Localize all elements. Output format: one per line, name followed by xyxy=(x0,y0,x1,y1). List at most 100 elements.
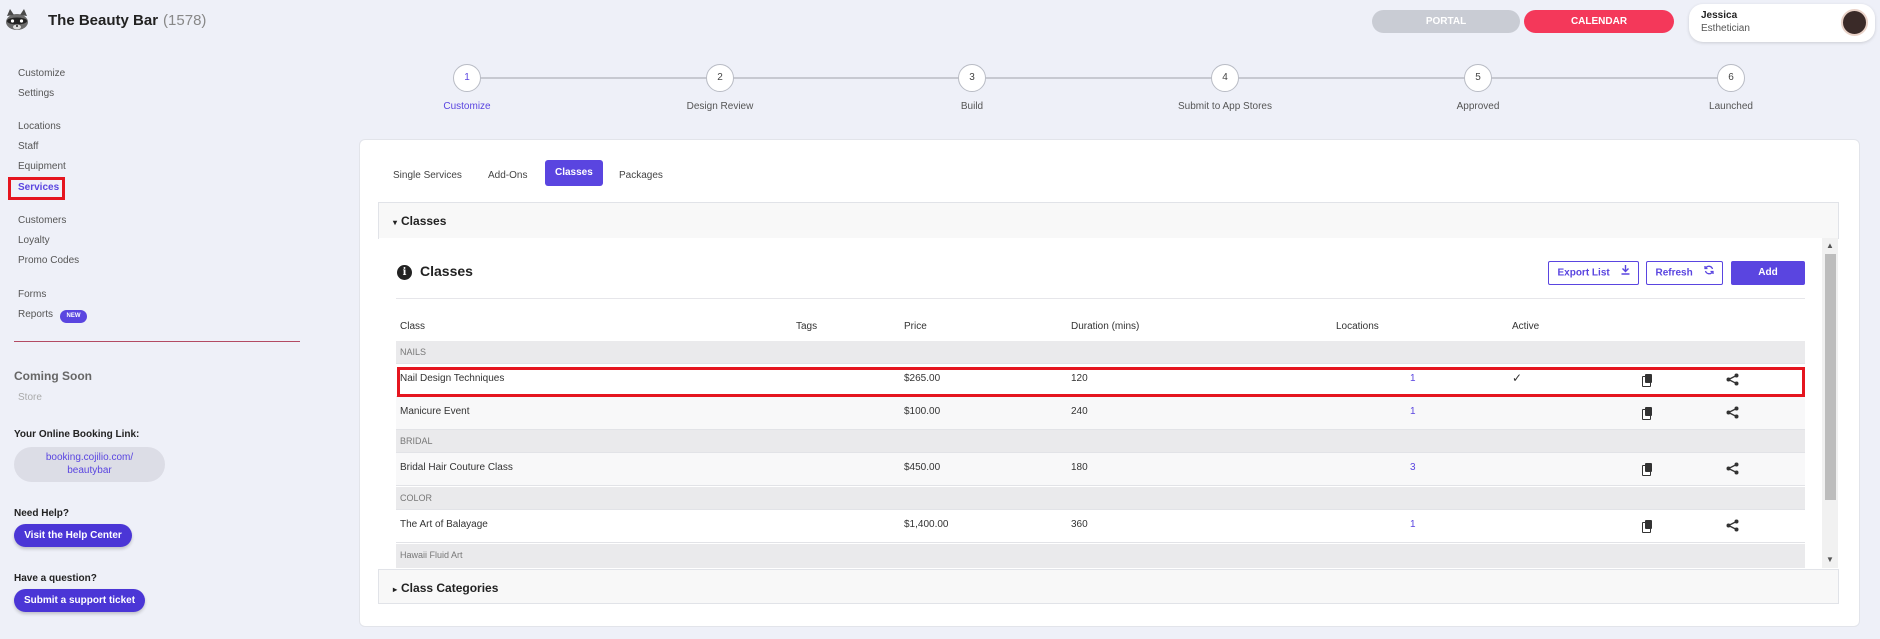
group-label: Hawaii Fluid Art xyxy=(400,550,463,560)
scroll-up-icon[interactable]: ▲ xyxy=(1826,241,1834,250)
brand-name: The Beauty Bar (1578) xyxy=(48,11,207,29)
booking-link-heading: Your Online Booking Link: xyxy=(14,429,140,440)
share-icon[interactable] xyxy=(1726,406,1739,424)
info-icon: i xyxy=(397,265,412,280)
download-icon xyxy=(1621,262,1630,284)
table-row[interactable]: Bridal Hair Couture Class $450.00 180 3 xyxy=(396,453,1805,486)
table-scrollbar[interactable]: ▲ ▼ xyxy=(1822,238,1838,568)
sidebar-item-reports[interactable]: Reports xyxy=(18,309,53,320)
group-row-hawaii-fluid-art: Hawaii Fluid Art xyxy=(396,544,1805,568)
class-locations-link[interactable]: 3 xyxy=(1410,462,1416,473)
sidebar-item-customers[interactable]: Customers xyxy=(18,215,66,226)
brand-count: (1578) xyxy=(163,11,207,29)
tab-packages[interactable]: Packages xyxy=(619,166,663,186)
user-menu[interactable]: Jessica Esthetician xyxy=(1689,4,1875,42)
classes-section-header[interactable]: ▾ Classes xyxy=(378,202,1839,239)
sidebar-item-settings[interactable]: Settings xyxy=(18,88,54,99)
tab-add-ons[interactable]: Add-Ons xyxy=(488,166,527,186)
sidebar-item-promo-codes[interactable]: Promo Codes xyxy=(18,255,79,266)
tab-single-services[interactable]: Single Services xyxy=(393,166,462,186)
copy-icon[interactable] xyxy=(1642,520,1653,533)
refresh-icon xyxy=(1703,262,1714,284)
class-name: The Art of Balayage xyxy=(400,519,488,530)
sidebar-item-forms[interactable]: Forms xyxy=(18,289,46,300)
col-header-active[interactable]: Active xyxy=(1512,321,1539,332)
class-name: Manicure Event xyxy=(400,406,470,417)
refresh-button[interactable]: Refresh xyxy=(1646,261,1723,285)
panel-divider xyxy=(396,298,1805,299)
class-duration: 240 xyxy=(1071,406,1088,417)
avatar[interactable] xyxy=(1841,9,1868,36)
scroll-down-icon[interactable]: ▼ xyxy=(1826,555,1834,564)
sidebar-item-staff[interactable]: Staff xyxy=(18,141,38,152)
col-header-class[interactable]: Class xyxy=(400,321,425,332)
scroll-thumb[interactable] xyxy=(1825,254,1836,500)
support-ticket-button[interactable]: Submit a support ticket xyxy=(14,589,145,612)
question-heading: Have a question? xyxy=(14,573,97,584)
export-list-label: Export List xyxy=(1557,267,1610,279)
brand: The Beauty Bar (1578) xyxy=(4,8,206,32)
group-label: NAILS xyxy=(400,347,427,357)
step-3-label: Build xyxy=(960,101,984,112)
booking-link-line2: beautybar xyxy=(67,465,112,476)
step-5[interactable]: 5 xyxy=(1464,64,1492,92)
share-icon[interactable] xyxy=(1726,519,1739,537)
calendar-button[interactable]: CALENDAR xyxy=(1524,10,1674,33)
panel-title: Classes xyxy=(420,263,473,279)
help-center-button[interactable]: Visit the Help Center xyxy=(14,524,132,547)
share-icon[interactable] xyxy=(1726,462,1739,480)
class-price: $100.00 xyxy=(904,406,941,417)
col-header-tags[interactable]: Tags xyxy=(796,321,817,332)
class-locations-link[interactable]: 1 xyxy=(1410,519,1416,530)
classes-section-title: ▾ Classes xyxy=(393,214,447,228)
table-row[interactable]: The Art of Balayage $1,400.00 360 1 xyxy=(396,510,1805,543)
class-name: Bridal Hair Couture Class xyxy=(400,462,513,473)
add-button[interactable]: Add xyxy=(1731,261,1805,285)
col-header-price[interactable]: Price xyxy=(904,321,927,332)
step-2-label: Design Review xyxy=(686,101,754,112)
step-3[interactable]: 3 xyxy=(958,64,986,92)
sidebar-item-customize[interactable]: Customize xyxy=(18,68,65,79)
raccoon-logo-icon xyxy=(4,8,30,32)
coming-soon-heading: Coming Soon xyxy=(14,369,92,383)
copy-icon[interactable] xyxy=(1642,407,1653,420)
caret-right-icon: ▸ xyxy=(393,585,398,594)
new-badge: NEW xyxy=(60,310,87,323)
step-4[interactable]: 4 xyxy=(1211,64,1239,92)
step-2[interactable]: 2 xyxy=(706,64,734,92)
help-heading: Need Help? xyxy=(14,508,70,519)
booking-link-line1: booking.cojilio.com/ xyxy=(45,452,134,463)
booking-link[interactable]: booking.cojilio.com/ beautybar xyxy=(14,447,165,482)
col-header-duration[interactable]: Duration (mins) xyxy=(1071,321,1139,332)
export-list-button[interactable]: Export List xyxy=(1548,261,1639,285)
col-header-locations[interactable]: Locations xyxy=(1336,321,1379,332)
services-highlight xyxy=(8,177,65,200)
group-row-nails: NAILS xyxy=(396,341,1805,364)
step-4-label: Submit to App Stores xyxy=(1178,101,1272,112)
step-6-label: Launched xyxy=(1709,101,1753,112)
class-categories-title: ▸ Class Categories xyxy=(393,581,499,595)
sidebar-item-locations[interactable]: Locations xyxy=(18,121,61,132)
class-categories-section-header[interactable]: ▸ Class Categories xyxy=(378,569,1839,604)
row-highlight xyxy=(397,367,1805,397)
table-row[interactable]: Manicure Event $100.00 240 1 xyxy=(396,397,1805,430)
step-6[interactable]: 6 xyxy=(1717,64,1745,92)
group-row-color: COLOR xyxy=(396,487,1805,510)
step-1[interactable]: 1 xyxy=(453,64,481,92)
sidebar-item-equipment[interactable]: Equipment xyxy=(18,161,66,172)
sidebar-divider xyxy=(14,341,300,342)
class-price: $450.00 xyxy=(904,462,941,473)
tab-classes[interactable]: Classes xyxy=(545,160,603,186)
group-label: COLOR xyxy=(400,493,433,503)
sidebar-item-loyalty[interactable]: Loyalty xyxy=(18,235,50,246)
portal-button[interactable]: PORTAL xyxy=(1372,10,1520,33)
group-label: BRIDAL xyxy=(400,436,433,446)
step-5-label: Approved xyxy=(1456,101,1500,112)
class-locations-link[interactable]: 1 xyxy=(1410,406,1416,417)
refresh-label: Refresh xyxy=(1655,267,1693,279)
class-duration: 360 xyxy=(1071,519,1088,530)
sidebar-item-store: Store xyxy=(18,392,42,403)
class-price: $1,400.00 xyxy=(904,519,949,530)
group-row-bridal: BRIDAL xyxy=(396,430,1805,453)
copy-icon[interactable] xyxy=(1642,463,1653,476)
